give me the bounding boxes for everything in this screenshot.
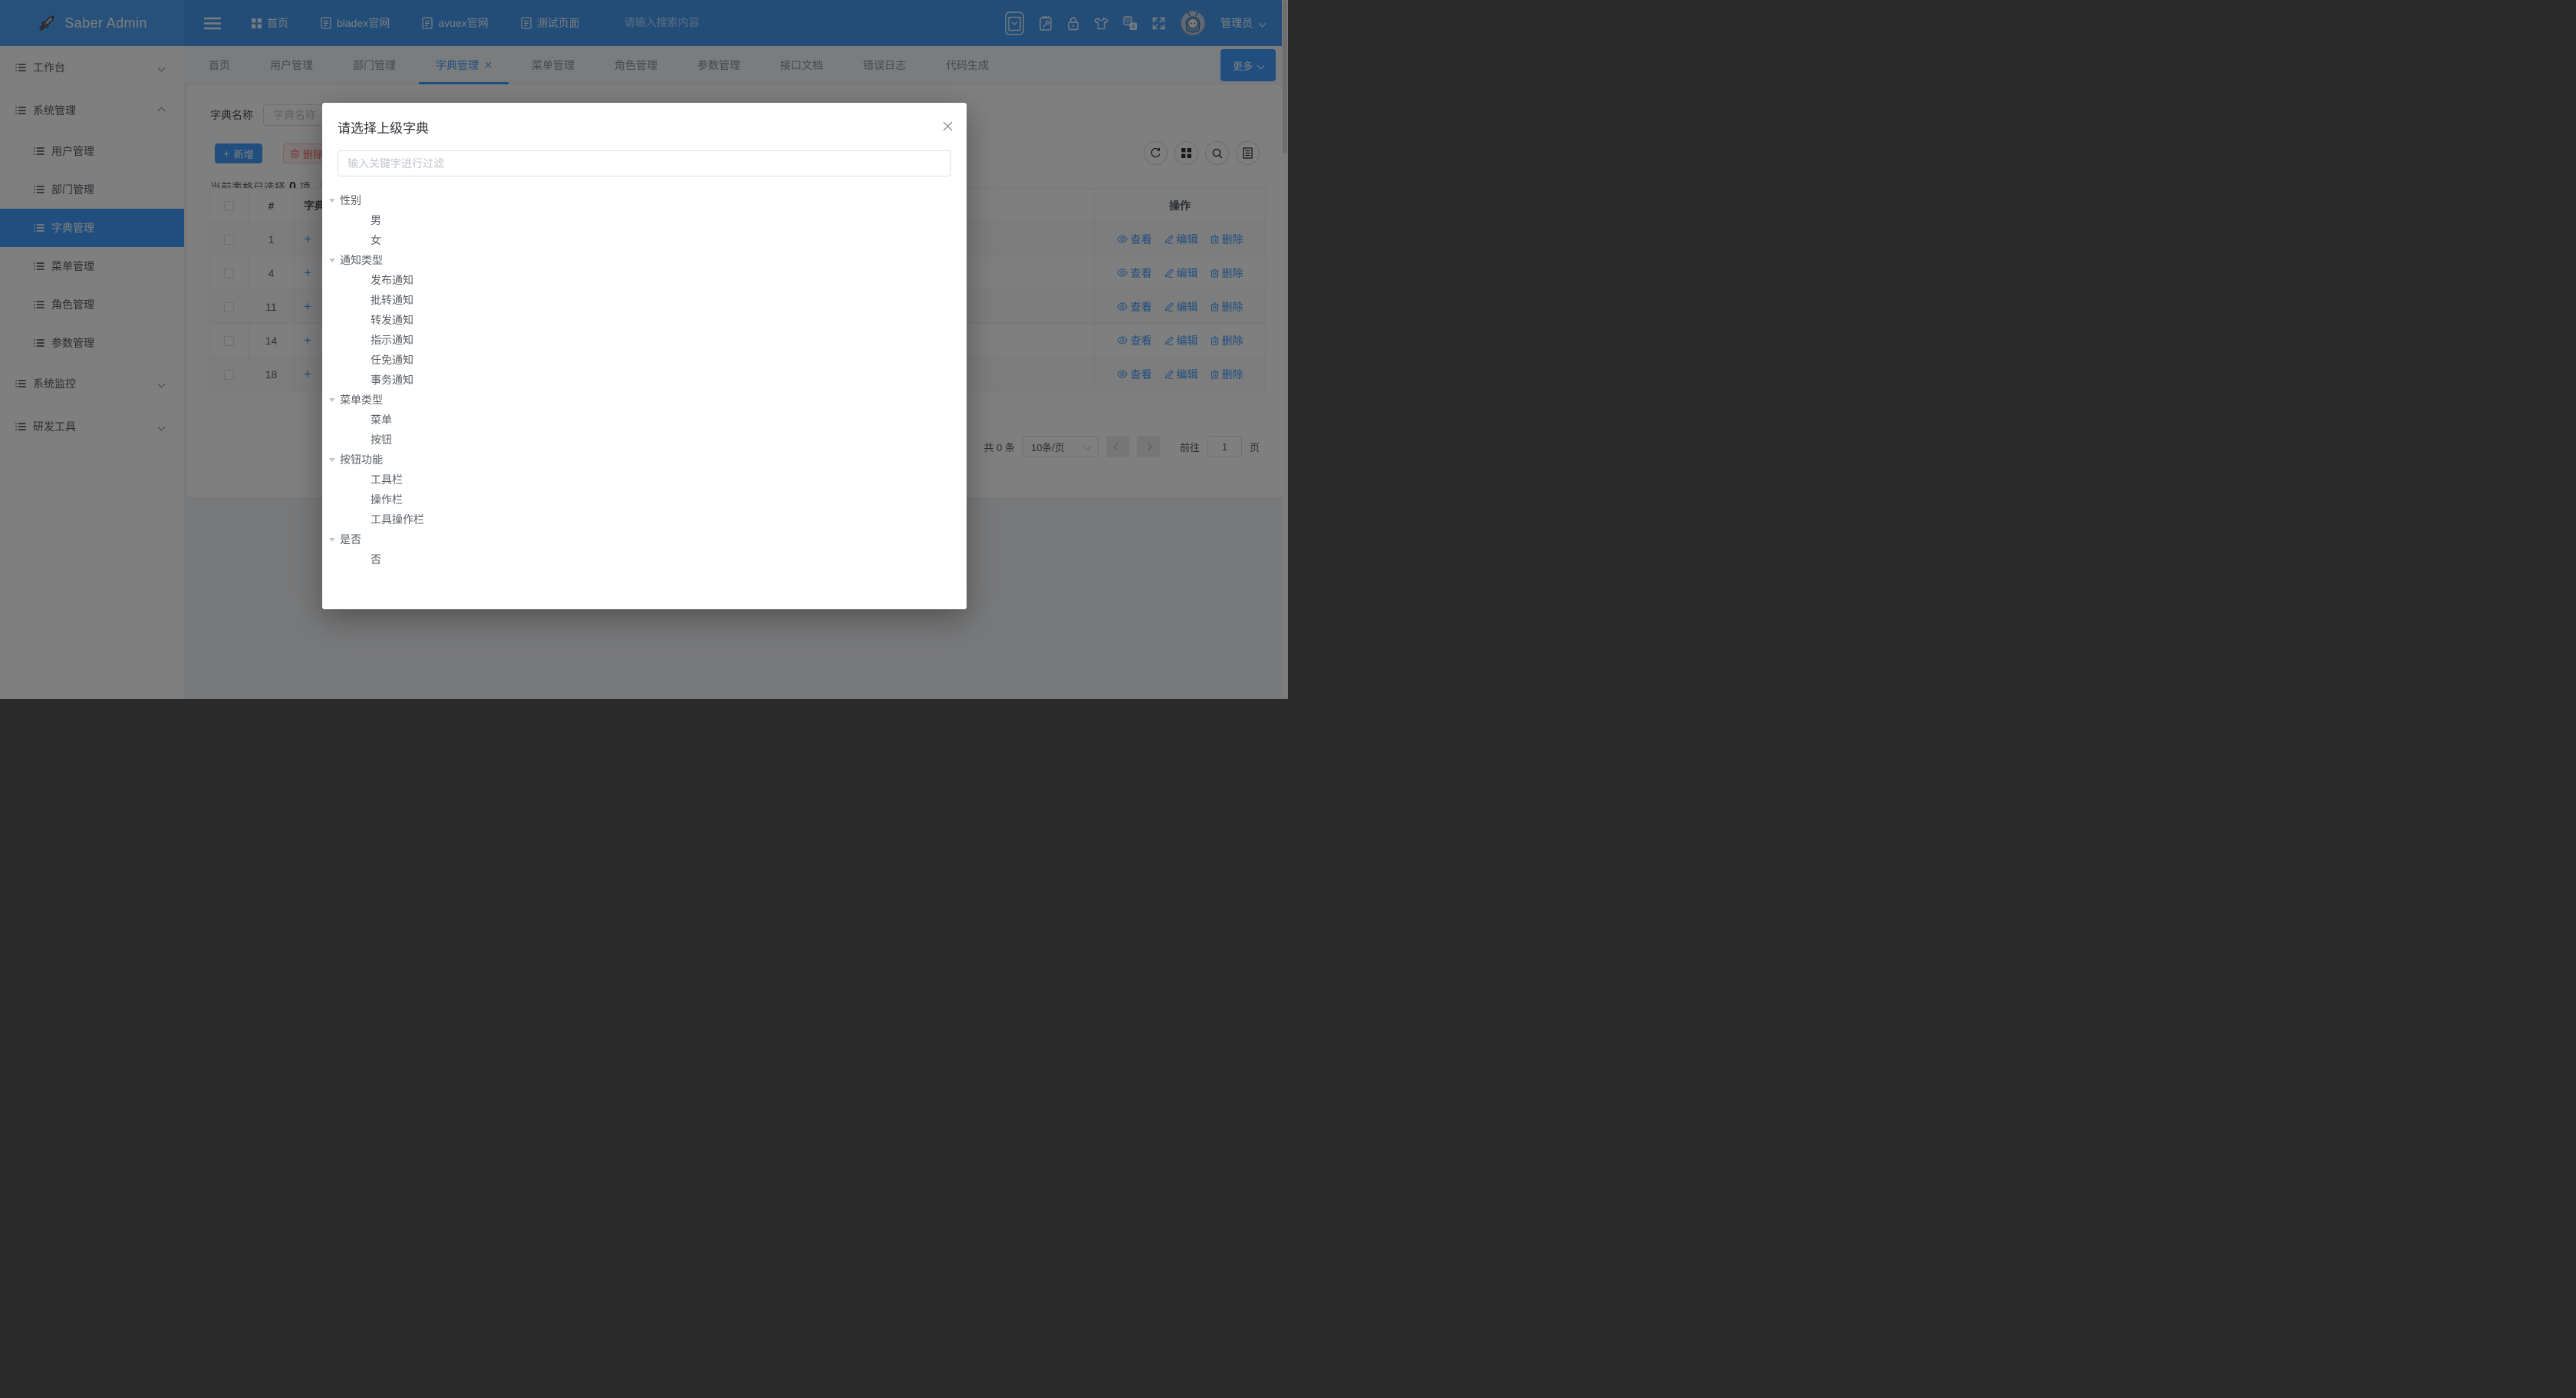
tree-node-label: 性别	[340, 193, 361, 208]
tree-node-label: 发布通知	[371, 272, 413, 288]
tree-node-child[interactable]: 工具操作栏	[322, 509, 967, 529]
caret-down-icon[interactable]	[329, 538, 335, 542]
tree-node-label: 操作栏	[371, 492, 403, 507]
tree-node-child[interactable]: 转发通知	[322, 310, 967, 330]
tree-node-label: 转发通知	[371, 312, 413, 328]
tree-node-label: 工具操作栏	[371, 512, 424, 527]
tree-node-label: 按钮功能	[340, 452, 383, 467]
tree-node-label: 通知类型	[340, 252, 383, 268]
caret-down-icon[interactable]	[329, 259, 335, 262]
caret-down-icon[interactable]	[329, 458, 335, 462]
tree-node-label: 指示通知	[371, 332, 413, 348]
tree-node-child[interactable]: 工具栏	[322, 470, 967, 490]
tree-node-label: 菜单	[371, 412, 392, 427]
tree-node-label: 否	[371, 552, 381, 567]
tree-node-child[interactable]: 事务通知	[322, 370, 967, 390]
tree-node-label: 工具栏	[371, 472, 403, 487]
tree-node-parent[interactable]: 菜单类型	[322, 390, 967, 410]
tree-node-child[interactable]: 女	[322, 230, 967, 250]
tree-node-child[interactable]: 否	[322, 549, 967, 569]
tree-node-label: 男	[371, 213, 381, 228]
close-icon[interactable]	[943, 121, 953, 131]
tree-node-parent[interactable]: 性别	[322, 190, 967, 210]
dict-parent-modal: 请选择上级字典 性别 男 女 通知类型 发布通知 批转通知 转发通知 指示通知 …	[322, 103, 967, 609]
tree-node-label: 女	[371, 232, 381, 248]
caret-down-icon[interactable]	[329, 199, 335, 203]
tree-node-child[interactable]: 任免通知	[322, 350, 967, 370]
tree-filter-input[interactable]	[338, 150, 951, 176]
tree-node-label: 事务通知	[371, 372, 413, 387]
tree-node-label: 任免通知	[371, 352, 413, 368]
tree-node-parent[interactable]: 是否	[322, 529, 967, 549]
tree-node-parent[interactable]: 按钮功能	[322, 450, 967, 470]
tree-node-child[interactable]: 批转通知	[322, 290, 967, 310]
dict-tree: 性别 男 女 通知类型 发布通知 批转通知 转发通知 指示通知 任免通知 事务通…	[322, 190, 967, 569]
tree-node-child[interactable]: 操作栏	[322, 490, 967, 509]
tree-node-child[interactable]: 菜单	[322, 410, 967, 430]
tree-node-label: 是否	[340, 532, 361, 547]
caret-down-icon[interactable]	[329, 398, 335, 402]
tree-node-child[interactable]: 发布通知	[322, 270, 967, 290]
tree-node-parent[interactable]: 通知类型	[322, 250, 967, 270]
app-page: Saber Admin 首页 bladex官网 a	[0, 0, 1288, 699]
tree-node-child[interactable]: 按钮	[322, 430, 967, 450]
tree-node-child[interactable]: 男	[322, 210, 967, 230]
tree-node-label: 按钮	[371, 432, 392, 447]
tree-node-label: 菜单类型	[340, 392, 383, 407]
tree-node-label: 批转通知	[371, 292, 413, 308]
tree-node-child[interactable]: 指示通知	[322, 330, 967, 350]
modal-header: 请选择上级字典	[322, 103, 967, 150]
modal-title: 请选择上级字典	[338, 117, 429, 137]
